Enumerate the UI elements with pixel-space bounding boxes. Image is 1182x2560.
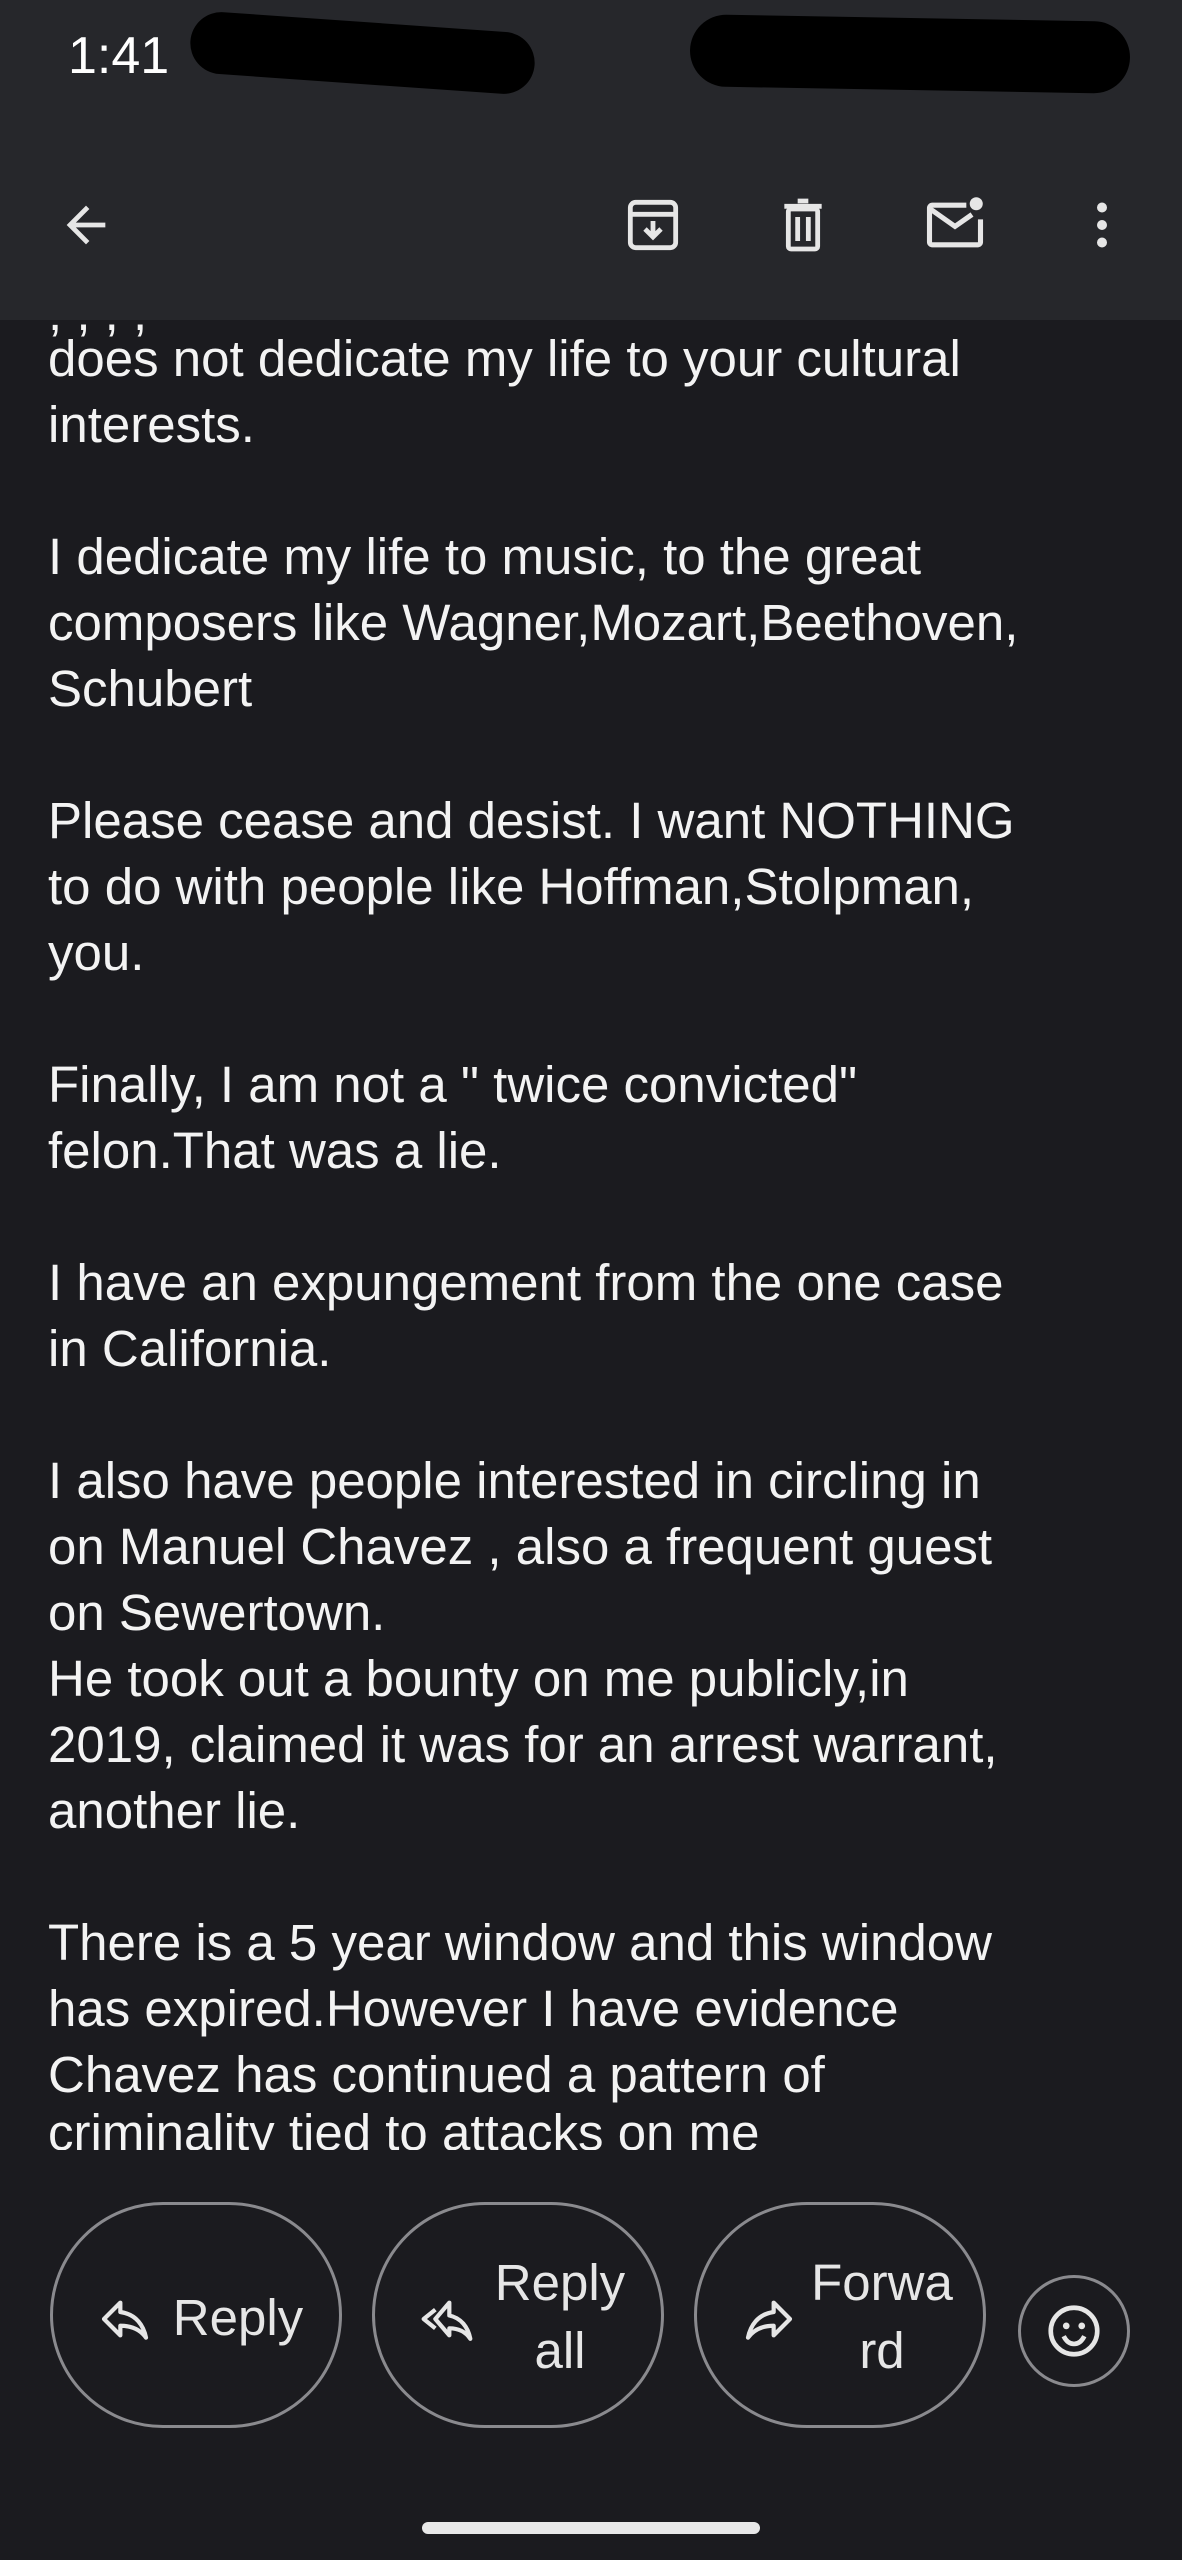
- email-paragraph: I dedicate my life to music, to the grea…: [48, 524, 1148, 722]
- email-paragraph: Please cease and desist. I want NOTHING t…: [48, 788, 1148, 986]
- reply-all-label-line1: Reply: [494, 2254, 626, 2311]
- email-paragraph: Finally, I am not a " twice convicted" fe…: [48, 1052, 1148, 1184]
- redaction-mark: [689, 14, 1131, 94]
- forward-button[interactable]: Forwa rd: [694, 2202, 986, 2428]
- email-text-line: interests.: [48, 396, 255, 453]
- email-text-line: you.: [48, 924, 145, 981]
- email-text-line: He took out a bounty on me publicly,in: [48, 1650, 909, 1707]
- reply-label: Reply: [172, 2289, 304, 2346]
- status-bar: 1:41: [0, 0, 1182, 130]
- forward-label-line1: Forwa: [811, 2254, 953, 2311]
- email-paragraph: I also have people interested in circlin…: [48, 1448, 1148, 1844]
- reply-all-button[interactable]: Reply all: [372, 2202, 664, 2428]
- email-text-line: felon.That was a lie.: [48, 1122, 502, 1179]
- email-text-line: does not dedicate my life to your cultur…: [48, 330, 961, 387]
- email-text-line: Please cease and desist. I want NOTHING: [48, 792, 1015, 849]
- email-paragraph: I have an expungement from the one case i…: [48, 1250, 1148, 1382]
- email-text-line: in California.: [48, 1320, 332, 1377]
- reply-button[interactable]: Reply: [50, 2202, 342, 2428]
- archive-icon[interactable]: [613, 185, 693, 265]
- more-vert-icon[interactable]: [1062, 185, 1142, 265]
- emoji-reaction-button[interactable]: [1018, 2275, 1130, 2387]
- email-text-line: Schubert: [48, 660, 253, 717]
- email-text-line: to do with people like Hoffman,Stolpman,: [48, 858, 975, 915]
- back-arrow-icon[interactable]: [46, 185, 126, 265]
- email-text-line: There is a 5 year window and this window: [48, 1914, 992, 1971]
- emoji-reaction-icon: [1048, 2305, 1100, 2357]
- forward-label-line2: rd: [859, 2322, 905, 2379]
- email-text-line: 2019, claimed it was for an arrest warra…: [48, 1716, 998, 1773]
- email-text-line: another lie.: [48, 1782, 301, 1839]
- email-body-text: does not dedicate my life to your cultur…: [48, 326, 1148, 2150]
- email-text-line: Chavez has continued a pattern of: [48, 2046, 825, 2103]
- email-body[interactable]: ; , , , does not dedicate my life to you…: [0, 320, 1182, 2150]
- mark-unread-icon[interactable]: [915, 185, 995, 265]
- email-text-line: on Manuel Chavez , also a frequent guest: [48, 1518, 993, 1575]
- status-time: 1:41: [68, 27, 170, 85]
- email-text-line: composers like Wagner,Mozart,Beethoven,: [48, 594, 1019, 651]
- top-app-bar: [0, 130, 1182, 320]
- email-paragraph: There is a 5 year window and this window…: [48, 1910, 1148, 2108]
- redaction-mark: [188, 10, 537, 96]
- email-text-line: I dedicate my life to music, to the grea…: [48, 528, 922, 585]
- email-text-line: I have an expungement from the one case: [48, 1254, 1004, 1311]
- reply-all-label-line2: all: [534, 2322, 586, 2379]
- email-paragraph: does not dedicate my life to your cultur…: [48, 326, 1148, 458]
- bottom-action-bar: Reply Reply all Forwa rd: [0, 2150, 1182, 2560]
- email-text-line: has expired.However I have evidence: [48, 1980, 899, 2037]
- trash-icon[interactable]: [763, 185, 843, 265]
- forward-icon: [745, 2300, 793, 2340]
- cut-off-text-line: criminality tied to attacks on me: [48, 2104, 760, 2150]
- email-text-line: on Sewertown.: [48, 1584, 386, 1641]
- email-text-line: Finally, I am not a " twice convicted": [48, 1056, 858, 1113]
- reply-all-icon: [421, 2300, 473, 2341]
- reply-icon: [101, 2300, 149, 2340]
- email-text-line: I also have people interested in circlin…: [48, 1452, 981, 1509]
- home-indicator[interactable]: [422, 2522, 760, 2534]
